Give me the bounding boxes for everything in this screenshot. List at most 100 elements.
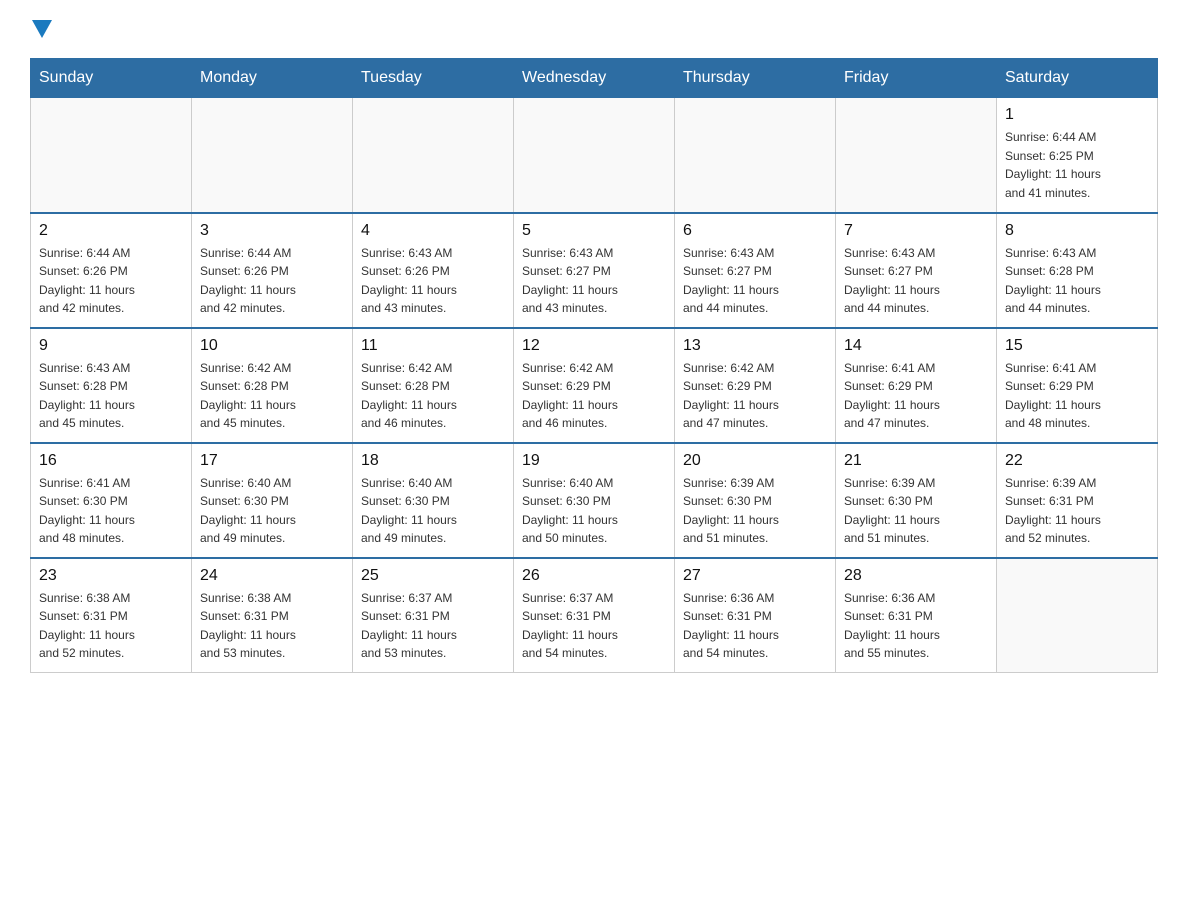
calendar-day-cell: 19 Sunrise: 6:40 AMSunset: 6:30 PMDayligh… <box>514 443 675 558</box>
calendar-day-cell: 21 Sunrise: 6:39 AMSunset: 6:30 PMDayligh… <box>836 443 997 558</box>
day-number: 19 <box>522 452 666 470</box>
day-info: Sunrise: 6:41 AMSunset: 6:29 PMDaylight:… <box>844 359 988 433</box>
day-number: 14 <box>844 337 988 355</box>
day-number: 7 <box>844 222 988 240</box>
calendar-day-cell: 12Sunrise: 6:42 AMSunset: 6:29 PMDayligh… <box>514 328 675 443</box>
calendar-day-cell <box>353 98 514 213</box>
calendar-day-cell <box>514 98 675 213</box>
day-info: Sunrise: 6:44 AMSunset: 6:25 PMDaylight:… <box>1005 128 1149 202</box>
day-info: Sunrise: 6:43 AMSunset: 6:27 PMDaylight:… <box>844 244 988 318</box>
calendar-day-cell: 14 Sunrise: 6:41 AMSunset: 6:29 PMDayligh… <box>836 328 997 443</box>
day-info: Sunrise: 6:43 AMSunset: 6:28 PMDaylight:… <box>39 359 183 433</box>
weekday-header-tuesday: Tuesday <box>353 59 514 98</box>
day-info: Sunrise: 6:37 AMSunset: 6:31 PMDaylight:… <box>522 589 666 663</box>
day-number: 21 <box>844 452 988 470</box>
day-info: Sunrise: 6:40 AMSunset: 6:30 PMDaylight:… <box>200 474 344 548</box>
calendar-day-cell: 1 Sunrise: 6:44 AMSunset: 6:25 PMDaylight… <box>997 98 1158 213</box>
calendar-week-row: 16 Sunrise: 6:41 AMSunset: 6:30 PMDayligh… <box>31 443 1158 558</box>
logo <box>30 20 52 38</box>
calendar-day-cell: 20 Sunrise: 6:39 AMSunset: 6:30 PMDayligh… <box>675 443 836 558</box>
page-header <box>30 20 1158 38</box>
day-number: 26 <box>522 567 666 585</box>
calendar-day-cell: 27 Sunrise: 6:36 AMSunset: 6:31 PMDayligh… <box>675 558 836 673</box>
day-number: 5 <box>522 222 666 240</box>
day-info: Sunrise: 6:39 AMSunset: 6:30 PMDaylight:… <box>683 474 827 548</box>
weekday-header-wednesday: Wednesday <box>514 59 675 98</box>
day-number: 10 <box>200 337 344 355</box>
calendar-day-cell: 22 Sunrise: 6:39 AMSunset: 6:31 PMDayligh… <box>997 443 1158 558</box>
calendar-week-row: 1 Sunrise: 6:44 AMSunset: 6:25 PMDaylight… <box>31 98 1158 213</box>
calendar-day-cell: 25Sunrise: 6:37 AMSunset: 6:31 PMDayligh… <box>353 558 514 673</box>
day-number: 9 <box>39 337 183 355</box>
weekday-header-friday: Friday <box>836 59 997 98</box>
day-info: Sunrise: 6:36 AMSunset: 6:31 PMDaylight:… <box>683 589 827 663</box>
day-number: 8 <box>1005 222 1149 240</box>
day-number: 22 <box>1005 452 1149 470</box>
day-number: 17 <box>200 452 344 470</box>
day-info: Sunrise: 6:42 AMSunset: 6:29 PMDaylight:… <box>683 359 827 433</box>
day-info: Sunrise: 6:40 AMSunset: 6:30 PMDaylight:… <box>361 474 505 548</box>
calendar-day-cell: 5 Sunrise: 6:43 AMSunset: 6:27 PMDaylight… <box>514 213 675 328</box>
day-number: 1 <box>1005 106 1149 124</box>
calendar-day-cell: 17 Sunrise: 6:40 AMSunset: 6:30 PMDayligh… <box>192 443 353 558</box>
calendar-day-cell: 3 Sunrise: 6:44 AMSunset: 6:26 PMDaylight… <box>192 213 353 328</box>
calendar-day-cell: 7 Sunrise: 6:43 AMSunset: 6:27 PMDaylight… <box>836 213 997 328</box>
day-number: 20 <box>683 452 827 470</box>
day-number: 11 <box>361 337 505 355</box>
weekday-header-thursday: Thursday <box>675 59 836 98</box>
day-info: Sunrise: 6:42 AMSunset: 6:28 PMDaylight:… <box>361 359 505 433</box>
logo-triangle-icon <box>32 20 52 38</box>
day-number: 16 <box>39 452 183 470</box>
calendar-day-cell: 24Sunrise: 6:38 AMSunset: 6:31 PMDayligh… <box>192 558 353 673</box>
weekday-header-monday: Monday <box>192 59 353 98</box>
calendar-table: SundayMondayTuesdayWednesdayThursdayFrid… <box>30 58 1158 673</box>
day-info: Sunrise: 6:38 AMSunset: 6:31 PMDaylight:… <box>39 589 183 663</box>
day-info: Sunrise: 6:40 AMSunset: 6:30 PMDaylight:… <box>522 474 666 548</box>
calendar-day-cell: 18 Sunrise: 6:40 AMSunset: 6:30 PMDayligh… <box>353 443 514 558</box>
calendar-day-cell: 15 Sunrise: 6:41 AMSunset: 6:29 PMDayligh… <box>997 328 1158 443</box>
day-number: 12 <box>522 337 666 355</box>
day-info: Sunrise: 6:44 AMSunset: 6:26 PMDaylight:… <box>200 244 344 318</box>
day-info: Sunrise: 6:44 AMSunset: 6:26 PMDaylight:… <box>39 244 183 318</box>
weekday-header-saturday: Saturday <box>997 59 1158 98</box>
day-number: 15 <box>1005 337 1149 355</box>
calendar-day-cell: 28 Sunrise: 6:36 AMSunset: 6:31 PMDayligh… <box>836 558 997 673</box>
calendar-day-cell: 10 Sunrise: 6:42 AMSunset: 6:28 PMDayligh… <box>192 328 353 443</box>
calendar-day-cell: 23 Sunrise: 6:38 AMSunset: 6:31 PMDayligh… <box>31 558 192 673</box>
calendar-day-cell: 26 Sunrise: 6:37 AMSunset: 6:31 PMDayligh… <box>514 558 675 673</box>
day-info: Sunrise: 6:39 AMSunset: 6:30 PMDaylight:… <box>844 474 988 548</box>
calendar-day-cell <box>675 98 836 213</box>
day-info: Sunrise: 6:43 AMSunset: 6:27 PMDaylight:… <box>522 244 666 318</box>
day-number: 23 <box>39 567 183 585</box>
day-number: 28 <box>844 567 988 585</box>
day-number: 27 <box>683 567 827 585</box>
calendar-week-row: 23 Sunrise: 6:38 AMSunset: 6:31 PMDayligh… <box>31 558 1158 673</box>
day-info: Sunrise: 6:39 AMSunset: 6:31 PMDaylight:… <box>1005 474 1149 548</box>
day-info: Sunrise: 6:41 AMSunset: 6:29 PMDaylight:… <box>1005 359 1149 433</box>
weekday-header-row: SundayMondayTuesdayWednesdayThursdayFrid… <box>31 59 1158 98</box>
day-number: 6 <box>683 222 827 240</box>
calendar-day-cell: 13 Sunrise: 6:42 AMSunset: 6:29 PMDayligh… <box>675 328 836 443</box>
calendar-week-row: 2Sunrise: 6:44 AMSunset: 6:26 PMDaylight… <box>31 213 1158 328</box>
day-number: 3 <box>200 222 344 240</box>
calendar-day-cell <box>192 98 353 213</box>
calendar-day-cell: 8 Sunrise: 6:43 AMSunset: 6:28 PMDaylight… <box>997 213 1158 328</box>
day-number: 13 <box>683 337 827 355</box>
day-info: Sunrise: 6:36 AMSunset: 6:31 PMDaylight:… <box>844 589 988 663</box>
calendar-day-cell <box>31 98 192 213</box>
day-info: Sunrise: 6:43 AMSunset: 6:28 PMDaylight:… <box>1005 244 1149 318</box>
day-number: 24 <box>200 567 344 585</box>
day-info: Sunrise: 6:43 AMSunset: 6:27 PMDaylight:… <box>683 244 827 318</box>
calendar-day-cell: 2Sunrise: 6:44 AMSunset: 6:26 PMDaylight… <box>31 213 192 328</box>
day-number: 4 <box>361 222 505 240</box>
calendar-day-cell <box>836 98 997 213</box>
calendar-day-cell: 4Sunrise: 6:43 AMSunset: 6:26 PMDaylight… <box>353 213 514 328</box>
calendar-day-cell: 6 Sunrise: 6:43 AMSunset: 6:27 PMDaylight… <box>675 213 836 328</box>
calendar-day-cell: 11 Sunrise: 6:42 AMSunset: 6:28 PMDayligh… <box>353 328 514 443</box>
calendar-day-cell: 9 Sunrise: 6:43 AMSunset: 6:28 PMDaylight… <box>31 328 192 443</box>
day-info: Sunrise: 6:37 AMSunset: 6:31 PMDaylight:… <box>361 589 505 663</box>
day-info: Sunrise: 6:41 AMSunset: 6:30 PMDaylight:… <box>39 474 183 548</box>
calendar-day-cell <box>997 558 1158 673</box>
day-info: Sunrise: 6:42 AMSunset: 6:28 PMDaylight:… <box>200 359 344 433</box>
day-number: 18 <box>361 452 505 470</box>
